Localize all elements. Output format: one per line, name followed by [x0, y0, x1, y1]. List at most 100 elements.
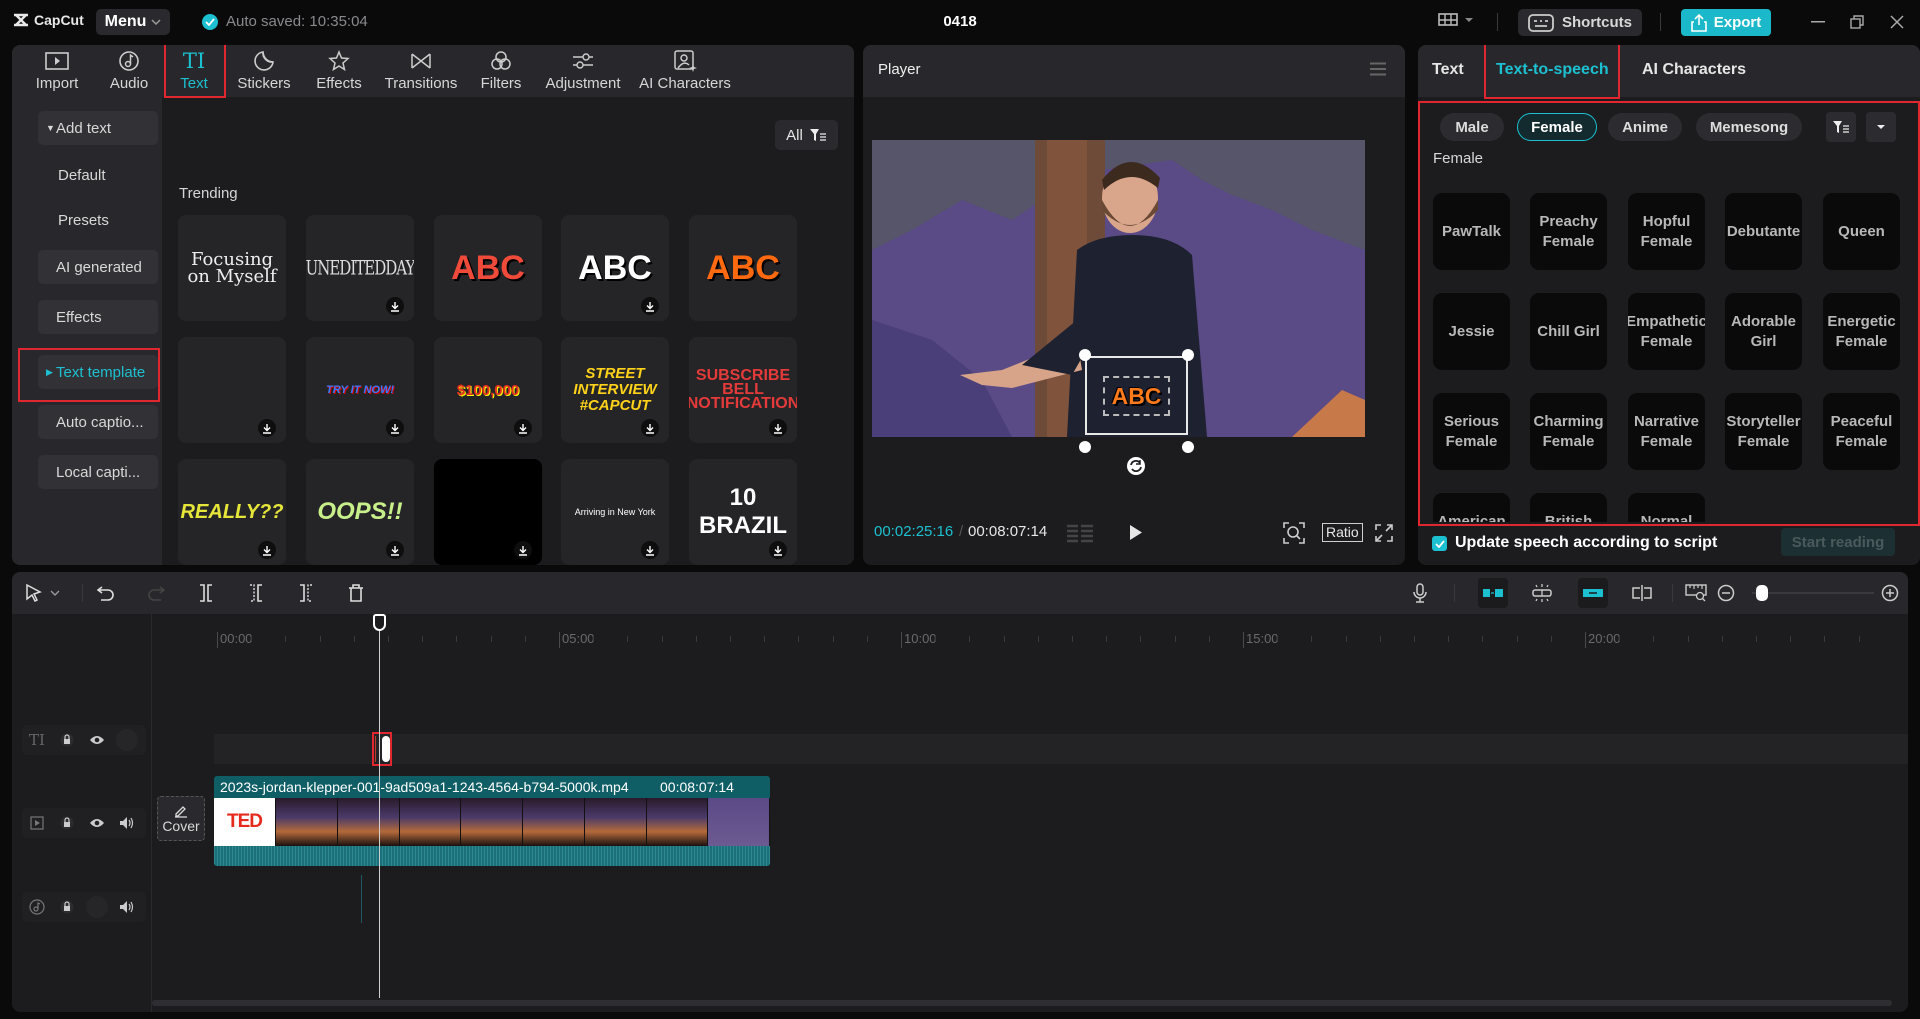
- resize-handle[interactable]: [1079, 441, 1091, 453]
- template-card[interactable]: SUBSCRIBE BELL NOTIFICATION: [689, 337, 797, 443]
- playhead-handle[interactable]: [373, 614, 386, 631]
- template-card[interactable]: Focusing on Myself: [178, 215, 286, 321]
- delete-button[interactable]: [344, 582, 368, 604]
- zoom-fit-button[interactable]: [1283, 522, 1305, 544]
- tab-transitions[interactable]: Transitions: [376, 45, 466, 97]
- player-menu-button[interactable]: [1369, 62, 1387, 76]
- category-female[interactable]: Female: [1517, 113, 1597, 141]
- filter-all-button[interactable]: All: [775, 120, 838, 150]
- template-card[interactable]: REALLY??: [178, 459, 286, 565]
- text-clip[interactable]: [382, 736, 390, 762]
- voice-option-adorable-girl[interactable]: Adorable Girl: [1725, 293, 1802, 370]
- main-track-magnet-toggle[interactable]: [1478, 578, 1508, 608]
- playhead[interactable]: [379, 626, 380, 998]
- export-button[interactable]: Export: [1681, 9, 1771, 36]
- minimize-button[interactable]: [1806, 11, 1830, 33]
- template-card[interactable]: Arriving in New York: [561, 459, 669, 565]
- voice-option-hopful-female[interactable]: Hopful Female: [1628, 193, 1705, 270]
- download-button[interactable]: [386, 419, 404, 437]
- close-button[interactable]: [1885, 11, 1909, 33]
- download-button[interactable]: [641, 297, 659, 315]
- text-selection-box[interactable]: ABC: [1085, 356, 1188, 435]
- record-voice-button[interactable]: [1408, 582, 1432, 604]
- zoom-to-fit-timeline[interactable]: [1684, 582, 1708, 604]
- sidebar-item-ai-generated[interactable]: AI generated: [38, 250, 158, 284]
- sidebar-item-add-text[interactable]: ▼ Add text: [38, 111, 158, 145]
- select-tool-dropdown[interactable]: [48, 582, 62, 604]
- voice-option-charming-female[interactable]: Charming Female: [1530, 393, 1607, 470]
- start-reading-button[interactable]: Start reading: [1781, 528, 1895, 556]
- expand-categories-button[interactable]: [1866, 112, 1896, 142]
- voice-option-serious-female[interactable]: Serious Female: [1433, 393, 1510, 470]
- preview-axis-toggle[interactable]: [1630, 582, 1654, 604]
- template-card[interactable]: [178, 337, 286, 443]
- sidebar-item-local-capti[interactable]: Local capti...: [38, 455, 158, 489]
- template-card[interactable]: STREET INTERVIEW #CAPCUT: [561, 337, 669, 443]
- category-male[interactable]: Male: [1440, 113, 1504, 141]
- download-button[interactable]: [386, 297, 404, 315]
- timeline-view-button[interactable]: [1066, 523, 1094, 543]
- zoom-slider-handle[interactable]: [1756, 585, 1768, 601]
- video-preview[interactable]: ABC: [872, 140, 1365, 437]
- template-card[interactable]: UNEDITEDDAY: [306, 215, 414, 321]
- template-card[interactable]: ABC: [561, 215, 669, 321]
- download-button[interactable]: [386, 541, 404, 559]
- template-card[interactable]: 10 BRAZIL: [689, 459, 797, 565]
- voice-option-queen[interactable]: Queen: [1823, 193, 1900, 270]
- lock-button[interactable]: [52, 808, 82, 838]
- download-button[interactable]: [514, 419, 532, 437]
- fullscreen-button[interactable]: [1375, 524, 1393, 542]
- split-button[interactable]: [194, 582, 218, 604]
- download-button[interactable]: [641, 419, 659, 437]
- tab-text[interactable]: TI Text: [164, 45, 224, 97]
- tab-text-to-speech[interactable]: Text-to-speech: [1496, 61, 1609, 79]
- voice-option-peaceful-female[interactable]: Peaceful Female: [1823, 393, 1900, 470]
- template-card[interactable]: $100,000: [434, 337, 542, 443]
- tab-ai-characters[interactable]: AI Characters: [632, 45, 738, 97]
- download-button[interactable]: [258, 419, 276, 437]
- download-button[interactable]: [769, 541, 787, 559]
- auto-snap-toggle[interactable]: [1530, 582, 1554, 604]
- template-card[interactable]: TRY IT NOW!: [306, 337, 414, 443]
- template-card[interactable]: OOPS!!: [306, 459, 414, 565]
- sidebar-item-text-template[interactable]: ▶ Text template: [38, 355, 158, 389]
- video-clip[interactable]: 2023s-jordan-klepper-001-9ad509a1-1243-4…: [214, 776, 770, 866]
- update-speech-checkbox[interactable]: [1432, 536, 1447, 551]
- text-track-lane[interactable]: [214, 734, 1908, 764]
- download-button[interactable]: [514, 541, 532, 559]
- voice-option-preachy-female[interactable]: Preachy Female: [1530, 193, 1607, 270]
- voice-option-storyteller-female[interactable]: Storyteller Female: [1725, 393, 1802, 470]
- voice-option-debutante[interactable]: Debutante: [1725, 193, 1802, 270]
- sidebar-item-default[interactable]: Default: [38, 158, 158, 192]
- rotate-handle[interactable]: [1126, 456, 1146, 476]
- zoom-slider-track[interactable]: [1752, 592, 1874, 594]
- mute-button[interactable]: [112, 892, 142, 922]
- voice-option-chill-girl[interactable]: Chill Girl: [1530, 293, 1607, 370]
- shortcuts-button[interactable]: Shortcuts: [1518, 9, 1642, 36]
- lock-button[interactable]: [52, 892, 82, 922]
- mute-button[interactable]: [112, 808, 142, 838]
- voice-filter-button[interactable]: [1826, 112, 1856, 142]
- tab-text[interactable]: Text: [1432, 61, 1464, 79]
- download-button[interactable]: [258, 541, 276, 559]
- redo-button[interactable]: [144, 582, 168, 604]
- voice-option-energetic-female[interactable]: Energetic Female: [1823, 293, 1900, 370]
- visibility-button[interactable]: [82, 725, 112, 755]
- select-tool-button[interactable]: [22, 582, 46, 604]
- voice-option-pawtalk[interactable]: PawTalk: [1433, 193, 1510, 270]
- download-button[interactable]: [769, 419, 787, 437]
- tab-ai-characters[interactable]: AI Characters: [1642, 61, 1746, 79]
- zoom-out-button[interactable]: [1714, 582, 1738, 604]
- zoom-in-button[interactable]: [1878, 582, 1902, 604]
- resize-handle[interactable]: [1079, 349, 1091, 361]
- resize-handle[interactable]: [1182, 349, 1194, 361]
- timeline-ruler[interactable]: 00:00 05:00 10:00 15:00 20:00: [12, 614, 1908, 650]
- split-left-button[interactable]: [244, 582, 268, 604]
- resize-handle[interactable]: [1182, 441, 1194, 453]
- timeline-scrollbar[interactable]: [152, 1000, 1892, 1006]
- sidebar-item-effects[interactable]: Effects: [38, 300, 158, 334]
- template-card[interactable]: [434, 459, 542, 565]
- tab-effects[interactable]: Effects: [304, 45, 374, 97]
- tab-stickers[interactable]: Stickers: [226, 45, 302, 97]
- undo-button[interactable]: [94, 582, 118, 604]
